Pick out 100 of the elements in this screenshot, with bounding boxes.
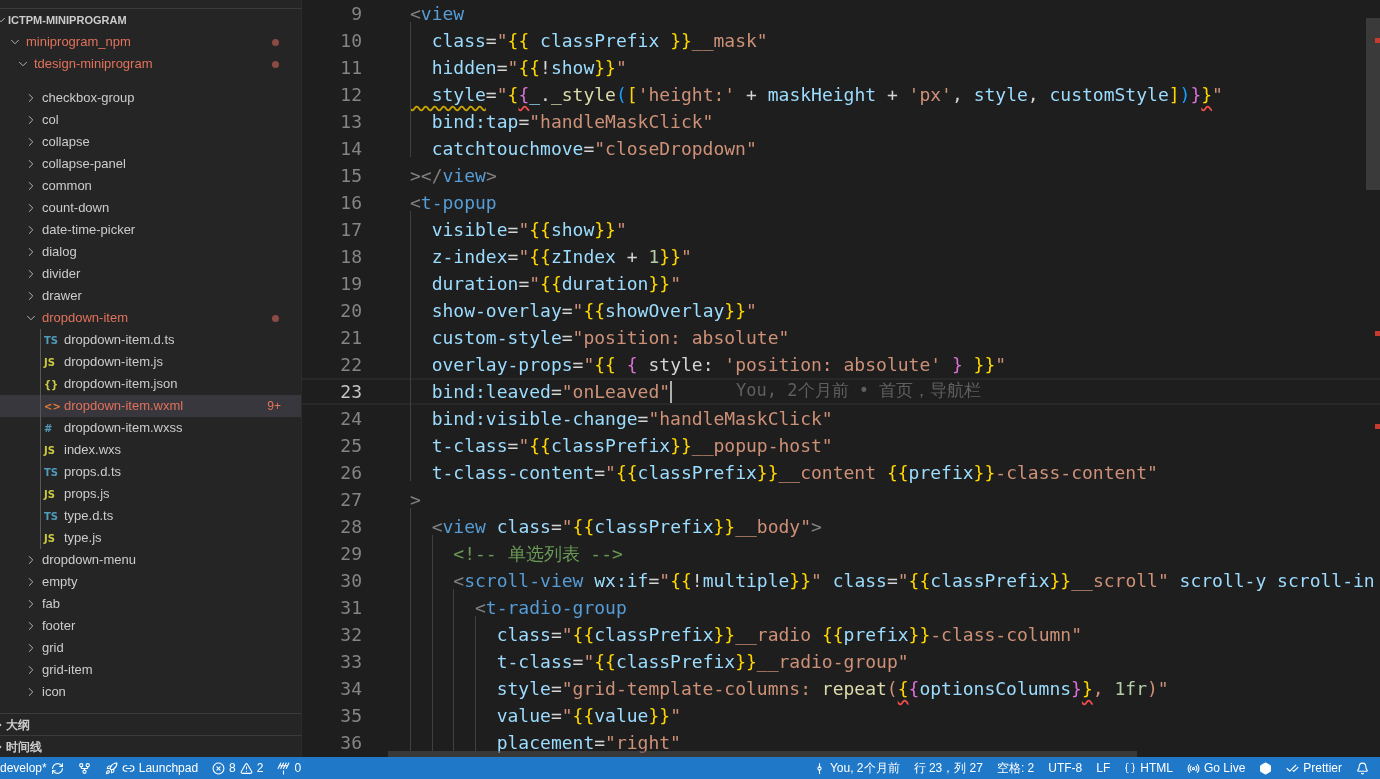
indentation-status[interactable]: 空格: 2: [989, 757, 1042, 779]
file-type-icon: #: [44, 420, 62, 436]
code-line: show-overlay="{{showOverlay}}": [430, 299, 757, 323]
horizontal-scrollbar[interactable]: [388, 751, 1137, 757]
folder-item[interactable]: collapse: [0, 131, 301, 153]
go-live-status[interactable]: Go Live: [1179, 757, 1253, 779]
line-number: 12: [339, 83, 362, 107]
encoding-status[interactable]: UTF-8: [1041, 757, 1090, 779]
line-number: 20: [339, 299, 362, 323]
prettier-status[interactable]: Prettier: [1279, 757, 1349, 779]
line-number: 17: [339, 218, 362, 242]
code-line: catchtouchmove="closeDropdown": [430, 137, 757, 161]
code-line: <!-- 单选列表 -->: [452, 542, 623, 566]
file-item[interactable]: TS dropdown-item.d.ts: [0, 329, 301, 351]
code-line: style="grid-template-columns: repeat({{optionsColumns}}, 1fr)": [495, 677, 1169, 701]
cursor-position[interactable]: 行 23，列 27: [906, 757, 990, 779]
file-item[interactable]: JS dropdown-item.js: [0, 351, 301, 373]
line-number: 13: [339, 110, 362, 134]
code-line: bind:leaved="onLeaved": [430, 380, 671, 404]
code-line: t-class="{{classPrefix}}__popup-host": [430, 434, 833, 458]
braces-icon: [1124, 762, 1137, 774]
folder-item[interactable]: dropdown-menu: [0, 549, 301, 571]
code-line: bind:tap="handleMaskClick": [430, 110, 714, 134]
code-line: z-index="{{zIndex + 1}}": [430, 245, 692, 269]
problems-status[interactable]: 8 2: [205, 757, 271, 779]
code-line: duration="{{duration}}": [430, 272, 681, 296]
code-line: >: [410, 488, 421, 512]
folder-item[interactable]: collapse-panel: [0, 153, 301, 175]
code-line: visible="{{show}}": [430, 218, 627, 242]
folder-item[interactable]: empty: [0, 571, 301, 593]
folder-item[interactable]: common: [0, 175, 301, 197]
file-item[interactable]: TS type.d.ts: [0, 505, 301, 527]
section-header[interactable]: ICTPM-MINIPROGRAM: [0, 9, 301, 31]
file-type-icon: <>: [44, 398, 62, 414]
file-item[interactable]: JS type.js: [0, 527, 301, 549]
rocket-icon: [104, 761, 118, 775]
hexagon-icon: [1259, 761, 1273, 775]
code-line: t-class-content="{{classPrefix}}__content {{prefix}}-class-content": [430, 461, 1158, 485]
code-line: <scroll-view wx:if="{{!multiple}}" class="{{classPrefix}}__scroll" scroll-y scroll-in: [452, 569, 1375, 593]
line-number: 25: [339, 434, 362, 458]
file-item[interactable]: JS props.js: [0, 483, 301, 505]
ports-status[interactable]: 0: [270, 757, 309, 779]
folder-item[interactable]: divider: [0, 263, 301, 285]
line-number: 15: [339, 164, 362, 188]
code-line: t-class="{{classPrefix}}__radio-group": [495, 650, 909, 674]
scrollbar-thumb[interactable]: [1366, 18, 1380, 190]
code-line: custom-style="position: absolute": [430, 326, 790, 350]
folder-item[interactable]: icon: [0, 681, 301, 703]
fork-icon: [77, 761, 91, 775]
folder-item[interactable]: grid-item: [0, 659, 301, 681]
folder-item[interactable]: footer: [0, 615, 301, 637]
folder-item[interactable]: date-time-picker: [0, 219, 301, 241]
folder-item[interactable]: fab: [0, 593, 301, 615]
panel-header[interactable]: 大纲: [0, 713, 301, 735]
line-number: 33: [339, 650, 362, 674]
file-type-icon: JS: [44, 530, 62, 546]
code-line: <t-popup: [410, 191, 497, 215]
code-line: ></view>: [410, 164, 497, 188]
folder-item[interactable]: col: [0, 109, 301, 131]
line-number: 23: [339, 380, 362, 404]
line-ending-status[interactable]: LF: [1089, 757, 1118, 779]
file-item[interactable]: JS index.wxs: [0, 439, 301, 461]
folder-item[interactable]: tdesign-miniprogram: [0, 53, 301, 75]
launchpad-status[interactable]: Launchpad: [97, 757, 206, 779]
folder-item[interactable]: dropdown-item: [0, 307, 301, 329]
file-item[interactable]: <> dropdown-item.wxml 9+: [0, 395, 301, 417]
file-type-icon: TS: [44, 332, 62, 348]
line-number: 10: [339, 29, 362, 53]
line-number: 29: [339, 542, 362, 566]
folder-item[interactable]: dialog: [0, 241, 301, 263]
file-item[interactable]: {} dropdown-item.json: [0, 373, 301, 395]
code-line: <view: [410, 2, 465, 26]
folder-item[interactable]: checkbox-group: [0, 87, 301, 109]
bell-icon: [1356, 761, 1369, 775]
folder-item[interactable]: miniprogram_npm: [0, 31, 301, 53]
code-line: <view class="{{classPrefix}}__body">: [430, 515, 822, 539]
error-icon: [212, 761, 226, 775]
file-type-icon: JS: [44, 486, 62, 502]
blame-status[interactable]: You, 2个月前: [805, 757, 907, 779]
line-number: 36: [339, 731, 362, 755]
broadcast-icon: [1186, 761, 1200, 775]
code-line: class="{{ classPrefix }}__mask": [430, 29, 768, 53]
warning-icon: [239, 761, 253, 775]
code-line: bind:visible-change="handleMaskClick": [430, 407, 833, 431]
file-item[interactable]: TS props.d.ts: [0, 461, 301, 483]
line-number: 11: [339, 56, 362, 80]
line-number: 9: [350, 2, 362, 26]
branch-status[interactable]: develop*: [0, 757, 71, 779]
code-line: <t-radio-group: [474, 596, 627, 620]
line-number: 34: [339, 677, 362, 701]
line-number: 26: [339, 461, 362, 485]
line-number: 28: [339, 515, 362, 539]
line-number: 22: [339, 353, 362, 377]
folder-item[interactable]: grid: [0, 637, 301, 659]
folder-item[interactable]: drawer: [0, 285, 301, 307]
language-status[interactable]: HTML: [1117, 757, 1180, 779]
line-number: 24: [339, 407, 362, 431]
folder-item[interactable]: count-down: [0, 197, 301, 219]
file-type-icon: {}: [44, 376, 62, 392]
file-item[interactable]: # dropdown-item.wxss: [0, 417, 301, 439]
